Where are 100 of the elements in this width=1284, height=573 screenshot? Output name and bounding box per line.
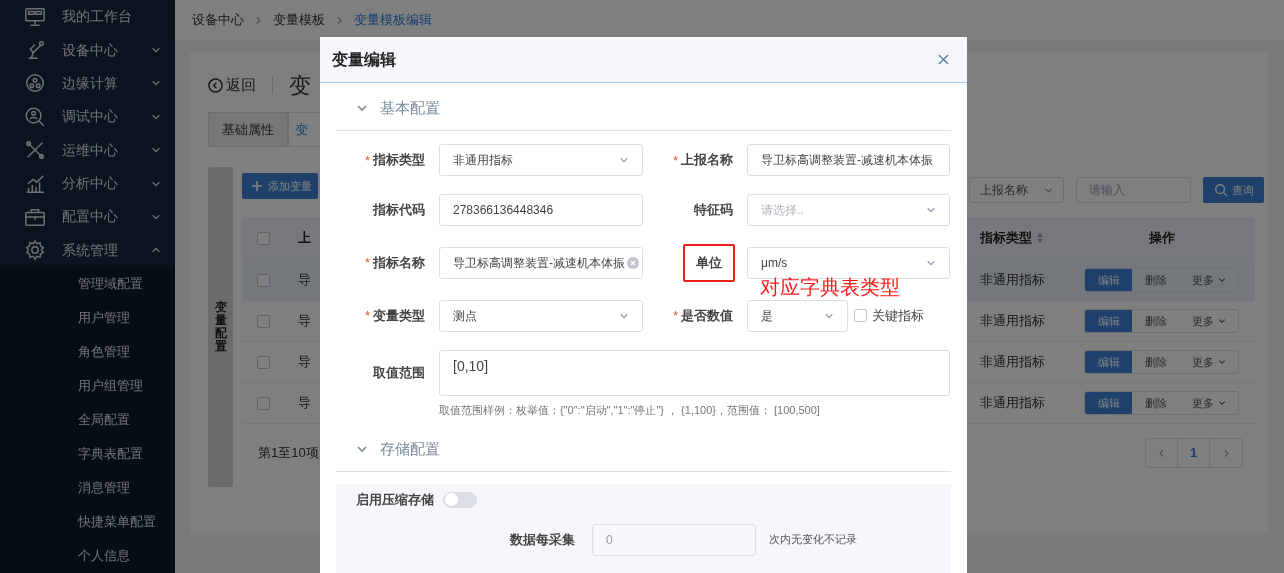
chevron-down-icon <box>1217 358 1226 366</box>
field-label: 指标代码 <box>373 201 425 220</box>
select-field[interactable]: 测点 <box>439 299 643 332</box>
select-field[interactable]: 非通用指标 <box>439 144 643 176</box>
add-button[interactable]: 添加变量 <box>242 173 318 199</box>
sort-icon <box>1036 232 1044 244</box>
checkbox[interactable] <box>257 273 270 287</box>
input-field[interactable]: 导卫标高调整装置-减速机本体振 <box>747 144 950 176</box>
input-field[interactable]: 278366136448346 <box>439 194 643 226</box>
delete-button[interactable]: 删除 <box>1132 310 1179 332</box>
suffix-text: 次内无变化不记录 <box>769 532 857 548</box>
submenu-item[interactable]: 个人信息 <box>0 539 175 573</box>
edit-button[interactable]: 编辑 <box>1085 310 1132 332</box>
menu-item[interactable]: 分析中心 <box>0 166 175 201</box>
section-header[interactable]: 基本配置 <box>336 95 951 121</box>
search-icon <box>1213 183 1228 197</box>
more-button[interactable]: 更多 <box>1179 269 1238 291</box>
network-icon <box>24 72 46 95</box>
menu-item[interactable]: 配置中心 <box>0 200 175 234</box>
select-field[interactable]: 请选择.. <box>747 194 950 226</box>
page-title: 变 <box>289 71 311 100</box>
chevron-left-icon <box>1157 448 1166 458</box>
field-label: 启用压缩存储 <box>356 491 434 509</box>
select-field[interactable]: 上报名称 <box>969 177 1064 203</box>
required-mark: * <box>364 256 370 270</box>
menu-item[interactable]: 运维中心 <box>0 133 175 167</box>
edit-button[interactable]: 编辑 <box>1085 269 1132 291</box>
field-label: 取值范围 <box>373 363 425 382</box>
menu-item[interactable]: 调试中心 <box>0 100 175 134</box>
submenu-item[interactable]: 字典表配置 <box>0 437 175 471</box>
textarea-field[interactable]: [0,10] <box>439 349 950 396</box>
chevron-right-icon <box>335 15 344 25</box>
required-mark: * <box>364 153 370 167</box>
side-tab[interactable]: 变量配置 <box>208 167 233 487</box>
delete-button[interactable]: 删除 <box>1132 351 1179 373</box>
submenu-item[interactable]: 用户管理 <box>0 301 175 335</box>
delete-button[interactable]: 删除 <box>1132 392 1179 414</box>
edit-button[interactable]: 编辑 <box>1085 351 1132 373</box>
field-label: 指标类型 <box>373 151 425 170</box>
more-button[interactable]: 更多 <box>1179 392 1238 414</box>
table-cell-text: 非通用指标 <box>979 271 1045 290</box>
monitor-icon <box>24 5 46 28</box>
delete-button[interactable]: 删除 <box>1132 269 1179 291</box>
table-cell-text: 非通用指标 <box>979 394 1045 413</box>
chevron-right-icon <box>254 15 263 25</box>
checkbox[interactable] <box>257 396 270 410</box>
menu-item[interactable]: 我的工作台 <box>0 0 175 34</box>
table-cell-text: 非通用指标 <box>979 353 1045 372</box>
checkbox[interactable] <box>257 355 270 369</box>
table-cell-text: 导 <box>298 394 311 413</box>
magnifier-icon <box>24 105 46 128</box>
table-cell-text: 导 <box>298 353 311 372</box>
checkbox[interactable] <box>257 314 270 328</box>
submenu-item[interactable]: 快捷菜单配置 <box>0 505 175 539</box>
menu-item[interactable]: 边缘计算 <box>0 66 175 101</box>
chevron-down-icon <box>1217 317 1226 325</box>
submenu-item[interactable]: 消息管理 <box>0 471 175 505</box>
tab[interactable]: 基础属性 <box>208 112 288 147</box>
breadcrumb-link[interactable]: 变量模板编辑 <box>354 10 432 30</box>
menu-item[interactable]: 设备中心 <box>0 33 175 67</box>
back-link[interactable]: 返回 <box>208 73 256 97</box>
checkbox[interactable]: 关键指标 <box>854 305 924 326</box>
submenu-item[interactable]: 角色管理 <box>0 335 175 369</box>
section-header[interactable]: 存储配置 <box>336 436 951 462</box>
column-header: 上 <box>297 229 312 248</box>
search-button[interactable]: 查询 <box>1203 177 1264 203</box>
checkbox[interactable] <box>257 231 270 245</box>
bar-chart-icon <box>24 172 46 195</box>
menu-item[interactable]: 系统管理 <box>0 233 175 267</box>
breadcrumb-link[interactable]: 设备中心 <box>192 10 244 30</box>
required-mark: * <box>672 309 678 322</box>
edit-button[interactable]: 编辑 <box>1085 392 1132 414</box>
toggle-switch[interactable] <box>443 491 477 508</box>
more-button[interactable]: 更多 <box>1179 310 1238 332</box>
field-label: 指标名称 <box>373 254 425 272</box>
field-label: 上报名称 <box>681 151 733 170</box>
clear-icon[interactable] <box>627 256 639 269</box>
breadcrumb-link[interactable]: 变量模板 <box>273 10 325 30</box>
column-header: 指标类型 <box>980 229 1032 248</box>
submenu-item[interactable]: 管理域配置 <box>0 267 175 301</box>
submenu-item[interactable]: 全局配置 <box>0 403 175 437</box>
chevron-down-icon <box>1217 276 1226 284</box>
page-button[interactable]: 1 <box>1178 439 1210 467</box>
table-cell-text: 非通用指标 <box>979 312 1045 331</box>
plus-icon <box>251 180 263 192</box>
annotation-text: 对应字典表类型 <box>760 276 900 298</box>
select-field[interactable]: 是 <box>747 299 848 332</box>
table-cell-text: 导 <box>298 271 311 290</box>
input-field[interactable]: 导卫标高调整装置-减速机本体振 <box>439 246 643 279</box>
submenu-item[interactable]: 用户组管理 <box>0 369 175 403</box>
tools-icon <box>24 139 46 162</box>
chevron-down-icon <box>356 443 368 455</box>
close-icon[interactable] <box>938 54 949 65</box>
chevron-down-icon <box>356 102 368 114</box>
chevron-down-icon <box>619 155 629 165</box>
dialog-title: 变量编辑 <box>332 49 396 70</box>
field-label: 单位 <box>683 244 735 282</box>
more-button[interactable]: 更多 <box>1179 351 1238 373</box>
field-label: 特征码 <box>694 201 733 220</box>
chevron-down-icon <box>926 205 936 215</box>
